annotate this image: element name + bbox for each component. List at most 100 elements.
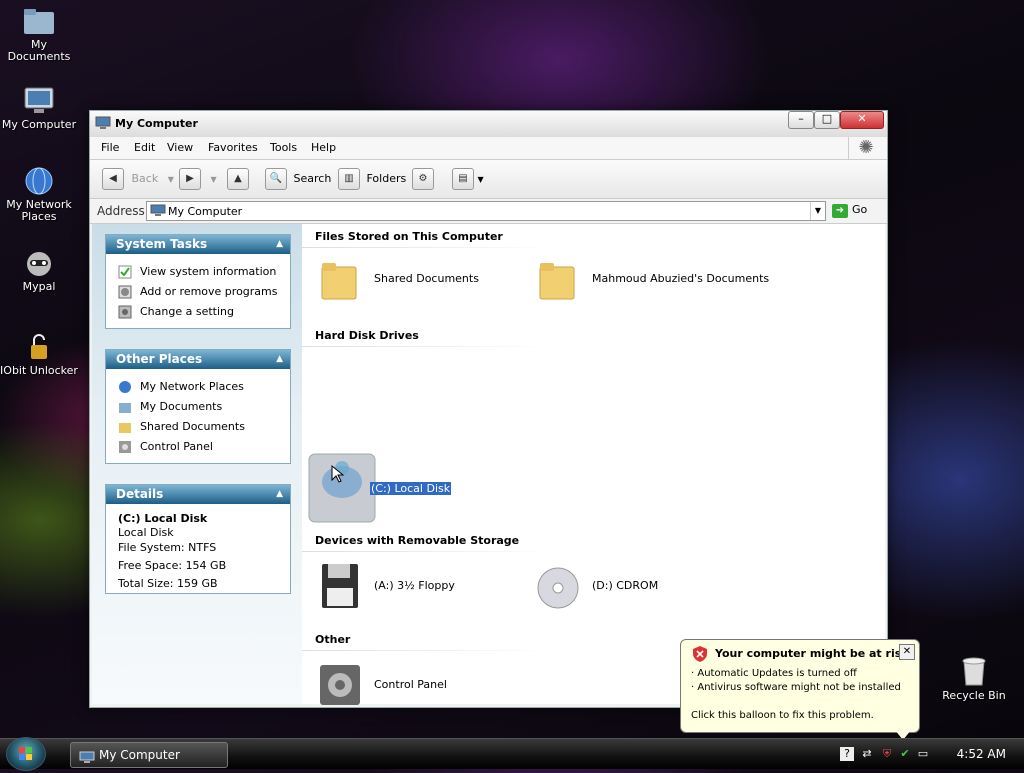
desktop-icon-label: My Computer bbox=[1, 118, 77, 131]
details-header[interactable]: Details ▲ bbox=[106, 485, 290, 504]
place-my-network-places[interactable]: My Network Places bbox=[106, 377, 290, 397]
device-icon[interactable]: ▭ bbox=[916, 747, 930, 761]
floppy-disk-icon bbox=[318, 562, 362, 610]
desktop-icon-mypal[interactable]: Mypal bbox=[0, 248, 78, 293]
menu-edit[interactable]: Edit bbox=[134, 141, 155, 154]
place-control-panel[interactable]: Control Panel bbox=[106, 437, 290, 457]
system-tray: ? ⇄ ⛨ ✔ ▭ 4:52 AM bbox=[834, 739, 1024, 769]
item-cdrom-d[interactable]: (D:) CDROM bbox=[536, 562, 716, 610]
cd-icon bbox=[536, 562, 580, 610]
clock[interactable]: 4:52 AM bbox=[957, 747, 1006, 761]
desktop-icon-label: My Network Places bbox=[6, 198, 72, 223]
security-balloon[interactable]: Your computer might be at risk ✕ · Autom… bbox=[680, 639, 920, 740]
system-tasks-header[interactable]: System Tasks ▲ bbox=[106, 235, 290, 254]
close-button[interactable]: ✕ bbox=[840, 111, 884, 129]
details-type: Local Disk bbox=[118, 526, 174, 539]
desktop-icon-recycle-bin[interactable]: Recycle Bin bbox=[942, 655, 1006, 702]
title-bar[interactable]: My Computer – □ ✕ bbox=[90, 111, 887, 138]
desktop-icon-label: My Documents bbox=[7, 38, 71, 63]
maximize-button[interactable]: □ bbox=[814, 111, 840, 129]
desktop-icon-label: Recycle Bin bbox=[942, 689, 1006, 702]
item-shared-documents[interactable]: Shared Documents bbox=[318, 255, 498, 303]
collapse-icon[interactable]: ▲ bbox=[276, 235, 283, 254]
item-user-documents[interactable]: Mahmoud Abuzied's Documents bbox=[536, 255, 776, 303]
balloon-title: Your computer might be at risk bbox=[715, 647, 909, 660]
globe-icon bbox=[118, 380, 132, 394]
menu-file[interactable]: File bbox=[101, 141, 119, 154]
item-floppy-a[interactable]: (A:) 3½ Floppy bbox=[318, 562, 498, 610]
details-free-space: Free Space: 154 GB bbox=[118, 559, 227, 572]
address-field[interactable]: My Computer ▼ bbox=[146, 201, 826, 221]
group-divider bbox=[302, 346, 552, 347]
group-title: Hard Disk Drives bbox=[315, 329, 419, 342]
window-title: My Computer bbox=[115, 117, 198, 130]
back-button[interactable]: ◀ Back ▼ bbox=[102, 168, 174, 190]
desktop-icon-my-computer[interactable]: My Computer bbox=[0, 86, 78, 131]
go-arrow-icon: ➜ bbox=[832, 204, 848, 218]
shield-warning-icon bbox=[693, 646, 707, 662]
desktop-icon-label: IObit Unlocker bbox=[0, 364, 78, 377]
gear-icon: ⚙ bbox=[412, 168, 434, 190]
back-label: Back bbox=[131, 172, 159, 185]
chevron-down-icon[interactable]: ▼ bbox=[810, 202, 825, 220]
group-title: Files Stored on This Computer bbox=[315, 230, 503, 243]
content-area: Files Stored on This Computer Shared Doc… bbox=[302, 224, 885, 705]
panel-title: Other Places bbox=[116, 352, 203, 366]
group-divider bbox=[302, 247, 552, 248]
task-change-setting[interactable]: Change a setting bbox=[106, 302, 290, 322]
item-label: (C:) Local Disk bbox=[370, 482, 452, 495]
taskbar-item-my-computer[interactable]: My Computer bbox=[70, 742, 228, 768]
task-view-system-info[interactable]: View system information bbox=[106, 262, 290, 282]
desktop-icon-iobit-unlocker[interactable]: IObit Unlocker bbox=[0, 332, 78, 377]
taskbar-item-label: My Computer bbox=[99, 748, 180, 762]
shield-check-icon[interactable]: ✔ bbox=[898, 747, 912, 761]
close-icon[interactable]: ✕ bbox=[899, 644, 915, 660]
panel-title: System Tasks bbox=[116, 237, 208, 251]
menu-view[interactable]: View bbox=[167, 141, 193, 154]
folder-icon bbox=[536, 255, 580, 303]
menu-tools[interactable]: Tools bbox=[270, 141, 297, 154]
minimize-button[interactable]: – bbox=[788, 111, 814, 129]
checklist-icon bbox=[118, 265, 132, 279]
item-local-disk-c[interactable]: (C:) Local Disk bbox=[305, 448, 505, 526]
start-button[interactable] bbox=[6, 737, 46, 771]
loading-throbber-icon: ✺ bbox=[848, 137, 883, 159]
views-icon: ▤ bbox=[452, 168, 474, 190]
item-control-panel[interactable]: Control Panel bbox=[318, 661, 498, 709]
collapse-icon[interactable]: ▲ bbox=[276, 350, 283, 369]
folders-button[interactable]: ▥ Folders bbox=[338, 168, 406, 190]
help-icon[interactable]: ? bbox=[840, 747, 854, 761]
go-button[interactable]: ➜ Go bbox=[832, 201, 874, 219]
other-places-header[interactable]: Other Places ▲ bbox=[106, 350, 290, 369]
search-button[interactable]: 🔍 Search bbox=[265, 168, 331, 190]
collapse-icon[interactable]: ▲ bbox=[276, 485, 283, 504]
desktop-icon-my-network-places[interactable]: My Network Places bbox=[0, 166, 78, 223]
place-my-documents[interactable]: My Documents bbox=[106, 397, 290, 417]
item-label: (D:) CDROM bbox=[592, 579, 659, 592]
views-button[interactable]: ▤ ▼ bbox=[452, 168, 484, 190]
details-filesystem: File System: NTFS bbox=[118, 541, 217, 554]
address-bar: Address My Computer ▼ ➜ Go bbox=[90, 199, 887, 224]
place-shared-documents[interactable]: Shared Documents bbox=[106, 417, 290, 437]
menu-help[interactable]: Help bbox=[311, 141, 336, 154]
settings-button[interactable]: ⚙ bbox=[412, 168, 434, 190]
network-icon[interactable]: ⇄ bbox=[860, 747, 874, 761]
up-button[interactable]: ▲ bbox=[227, 168, 249, 190]
security-alert-icon[interactable]: ⛨ bbox=[880, 747, 894, 761]
padlock-icon bbox=[22, 332, 56, 362]
place-label: Control Panel bbox=[140, 440, 213, 453]
computer-icon bbox=[22, 86, 56, 116]
item-label: Control Panel bbox=[374, 678, 447, 691]
details-name: (C:) Local Disk bbox=[118, 512, 208, 525]
forward-button[interactable]: ▶ ▼ bbox=[179, 168, 217, 190]
back-arrow-icon: ◀ bbox=[102, 168, 124, 190]
item-label: Shared Documents bbox=[374, 272, 479, 285]
menu-favorites[interactable]: Favorites bbox=[208, 141, 258, 154]
task-add-remove-programs[interactable]: Add or remove programs bbox=[106, 282, 290, 302]
group-title: Devices with Removable Storage bbox=[315, 534, 520, 547]
desktop-icon-my-documents[interactable]: My Documents bbox=[0, 6, 78, 63]
chevron-down-icon: ▼ bbox=[477, 175, 484, 184]
forward-arrow-icon: ▶ bbox=[179, 168, 201, 190]
computer-icon bbox=[79, 748, 95, 763]
address-label: Address bbox=[97, 204, 145, 218]
